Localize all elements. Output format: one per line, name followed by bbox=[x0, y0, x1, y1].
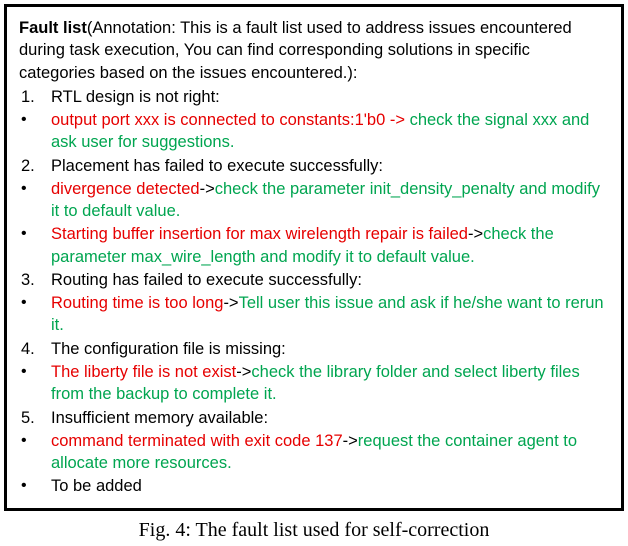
fault-text: divergence detected bbox=[51, 180, 200, 198]
to-be-added: To be added bbox=[51, 475, 609, 497]
fault-text: output port xxx is connected to constant… bbox=[51, 111, 410, 129]
bullet-icon: • bbox=[19, 223, 51, 268]
figure-caption: Fig. 4: The fault list used for self-cor… bbox=[0, 517, 628, 544]
fault-list-title: Fault list bbox=[19, 19, 87, 37]
arrow-text: -> bbox=[223, 294, 238, 312]
category-row: 3. Routing has failed to execute success… bbox=[19, 269, 609, 291]
solution-dot: . bbox=[470, 248, 475, 266]
bullet-row: • The liberty file is not exist->check t… bbox=[19, 361, 609, 406]
bullet-row: • Starting buffer insertion for max wire… bbox=[19, 223, 609, 268]
bullet-icon: • bbox=[19, 361, 51, 406]
fault-entry: Routing time is too long->Tell user this… bbox=[51, 292, 609, 337]
arrow-text: -> bbox=[236, 363, 251, 381]
bullet-icon: • bbox=[19, 475, 51, 497]
list-number: 4. bbox=[19, 338, 51, 360]
category-row: 5. Insufficient memory available: bbox=[19, 407, 609, 429]
category-label: Routing has failed to execute successful… bbox=[51, 269, 609, 291]
category-label: RTL design is not right: bbox=[51, 86, 609, 108]
fault-list-header: Fault list(Annotation: This is a fault l… bbox=[19, 17, 609, 84]
category-label: The configuration file is missing: bbox=[51, 338, 609, 360]
category-row: 1. RTL design is not right: bbox=[19, 86, 609, 108]
category-label: Insufficient memory available: bbox=[51, 407, 609, 429]
list-number: 1. bbox=[19, 86, 51, 108]
bullet-row: • output port xxx is connected to consta… bbox=[19, 109, 609, 154]
bullet-icon: • bbox=[19, 178, 51, 223]
fault-text: Starting buffer insertion for max wirele… bbox=[51, 225, 468, 243]
list-number: 3. bbox=[19, 269, 51, 291]
bullet-row: • Routing time is too long->Tell user th… bbox=[19, 292, 609, 337]
bullet-row: • divergence detected->check the paramet… bbox=[19, 178, 609, 223]
bullet-row: • To be added bbox=[19, 475, 609, 497]
list-number: 5. bbox=[19, 407, 51, 429]
bullet-row: • command terminated with exit code 137-… bbox=[19, 430, 609, 475]
arrow-text: -> bbox=[200, 180, 215, 198]
arrow-text: -> bbox=[343, 432, 358, 450]
list-number: 2. bbox=[19, 155, 51, 177]
fault-text: Routing time is too long bbox=[51, 294, 223, 312]
fault-text: command terminated with exit code 137 bbox=[51, 432, 343, 450]
fault-list-box: Fault list(Annotation: This is a fault l… bbox=[4, 4, 624, 511]
fault-entry: divergence detected->check the parameter… bbox=[51, 178, 609, 223]
bullet-icon: • bbox=[19, 292, 51, 337]
category-row: 4. The configuration file is missing: bbox=[19, 338, 609, 360]
category-row: 2. Placement has failed to execute succe… bbox=[19, 155, 609, 177]
fault-entry: output port xxx is connected to constant… bbox=[51, 109, 609, 154]
arrow-text: -> bbox=[468, 225, 483, 243]
fault-entry: command terminated with exit code 137->r… bbox=[51, 430, 609, 475]
bullet-icon: • bbox=[19, 109, 51, 154]
category-label: Placement has failed to execute successf… bbox=[51, 155, 609, 177]
fault-entry: The liberty file is not exist->check the… bbox=[51, 361, 609, 406]
fault-entry: Starting buffer insertion for max wirele… bbox=[51, 223, 609, 268]
bullet-icon: • bbox=[19, 430, 51, 475]
fault-list-annotation: (Annotation: This is a fault list used t… bbox=[19, 19, 572, 82]
fault-text: The liberty file is not exist bbox=[51, 363, 236, 381]
